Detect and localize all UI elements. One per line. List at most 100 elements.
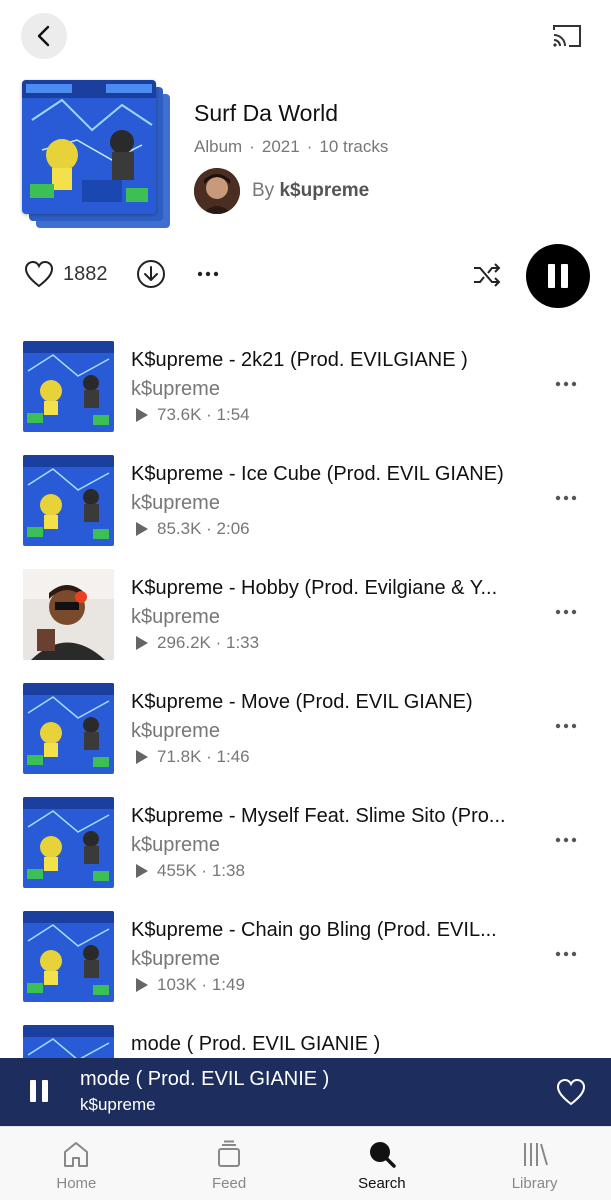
track-stats: 73.6K · 1:54	[131, 405, 250, 425]
play-icon	[136, 636, 148, 650]
more-horizontal-icon	[555, 381, 577, 387]
bottom-tab-bar: Home Feed Search Library	[0, 1126, 611, 1200]
tab-label: Library	[511, 1175, 558, 1192]
track-more-button[interactable]	[554, 946, 578, 962]
track-title: K$upreme - Ice Cube (Prod. EVIL GIANE)	[131, 463, 504, 485]
like-count: 1882	[63, 262, 108, 285]
more-horizontal-icon	[197, 271, 219, 277]
like-button[interactable]: 1882	[24, 260, 108, 288]
mini-player[interactable]: mode ( Prod. EVIL GIANIE ) k$upreme	[0, 1058, 611, 1126]
track-title: K$upreme - Hobby (Prod. Evilgiane & Y...	[131, 577, 498, 599]
now-playing-artist: k$upreme	[80, 1095, 156, 1114]
by-label: By	[252, 180, 275, 201]
now-playing-title: mode ( Prod. EVIL GIANIE )	[80, 1068, 330, 1090]
track-stats: 71.8K · 1:46	[131, 747, 250, 767]
pause-button[interactable]	[526, 244, 590, 308]
table-row[interactable]: K$upreme - Myself Feat. Slime Sito (Pro.…	[0, 796, 611, 910]
track-duration: 1:49	[211, 975, 245, 994]
track-artist: k$upreme	[131, 720, 220, 742]
artist-link[interactable]: By k$upreme	[194, 168, 369, 214]
track-stats: 103K · 1:49	[131, 975, 245, 995]
tab-label: Feed	[212, 1175, 247, 1192]
play-icon	[136, 522, 148, 536]
tab-library[interactable]: Library	[458, 1127, 611, 1200]
track-artist: k$upreme	[131, 948, 220, 970]
more-horizontal-icon	[555, 609, 577, 615]
album-cover[interactable]	[22, 80, 172, 230]
table-row[interactable]: K$upreme - Hobby (Prod. Evilgiane & Y...…	[0, 568, 611, 682]
play-count: 103K	[157, 975, 197, 994]
play-icon	[136, 750, 148, 764]
back-button[interactable]	[21, 13, 67, 59]
track-duration: 1:38	[211, 861, 245, 880]
tab-label: Home	[56, 1175, 97, 1192]
table-row[interactable]: K$upreme - Ice Cube (Prod. EVIL GIANE) k…	[0, 454, 611, 568]
tab-home[interactable]: Home	[0, 1127, 153, 1200]
album-year: 2021	[261, 137, 300, 156]
avatar[interactable]	[194, 168, 240, 214]
tab-feed[interactable]: Feed	[153, 1127, 306, 1200]
album-cover-art	[22, 80, 156, 214]
track-artwork	[23, 341, 114, 432]
cast-icon	[553, 25, 581, 47]
track-artist: k$upreme	[131, 606, 220, 628]
track-list: K$upreme - 2k21 (Prod. EVILGIANE ) k$upr…	[0, 340, 611, 1058]
cast-button[interactable]	[551, 22, 583, 50]
download-icon	[137, 260, 165, 288]
heart-icon	[24, 260, 54, 288]
track-artwork	[23, 1025, 114, 1058]
album-meta: Album · 2021 · 10 tracks	[194, 137, 389, 156]
tab-search[interactable]: Search	[306, 1127, 459, 1200]
track-more-button[interactable]	[554, 832, 578, 848]
track-more-button[interactable]	[554, 718, 578, 734]
play-icon	[136, 864, 148, 878]
shuffle-button[interactable]	[472, 261, 502, 294]
top-bar	[0, 0, 611, 72]
track-artwork	[23, 683, 114, 774]
track-artwork	[23, 455, 114, 546]
table-row[interactable]: K$upreme - 2k21 (Prod. EVILGIANE ) k$upr…	[0, 340, 611, 454]
track-title: mode ( Prod. EVIL GIANIE )	[131, 1033, 381, 1055]
download-button[interactable]	[136, 259, 166, 294]
track-duration: 1:33	[226, 633, 260, 652]
mini-like-button[interactable]	[556, 1078, 586, 1111]
track-more-button[interactable]	[554, 490, 578, 506]
track-title: K$upreme - Chain go Bling (Prod. EVIL...	[131, 919, 497, 941]
heart-icon	[556, 1078, 586, 1106]
album-type: Album	[194, 137, 243, 156]
track-title: K$upreme - Move (Prod. EVIL GIANE)	[131, 691, 473, 713]
table-row[interactable]: K$upreme - Move (Prod. EVIL GIANE) k$upr…	[0, 682, 611, 796]
artist-byline: By k$upreme	[252, 180, 369, 202]
track-duration: 2:06	[216, 519, 250, 538]
track-title: K$upreme - Myself Feat. Slime Sito (Pro.…	[131, 805, 506, 827]
album-header: Surf Da World Album · 2021 · 10 tracks By k$…	[22, 80, 592, 230]
track-more-button[interactable]	[554, 604, 578, 620]
track-artwork	[23, 569, 114, 660]
play-count: 296.2K	[157, 633, 211, 652]
album-more-button[interactable]	[196, 262, 220, 286]
play-count: 455K	[157, 861, 197, 880]
track-artist: k$upreme	[131, 378, 220, 400]
track-artwork	[23, 911, 114, 1002]
pause-icon	[30, 1080, 36, 1102]
home-icon	[64, 1142, 89, 1167]
table-row[interactable]: K$upreme - Chain go Bling (Prod. EVIL...…	[0, 910, 611, 1024]
tab-label: Search	[358, 1175, 406, 1192]
play-icon	[136, 978, 148, 992]
more-horizontal-icon	[555, 723, 577, 729]
artist-name[interactable]: k$upreme	[279, 180, 369, 201]
track-duration: 1:54	[216, 405, 250, 424]
pause-icon	[561, 264, 568, 288]
track-artist: k$upreme	[131, 834, 220, 856]
album-title: Surf Da World	[194, 100, 339, 126]
chevron-left-icon	[37, 25, 50, 47]
play-count: 71.8K	[157, 747, 202, 766]
album-actions: 1882	[0, 240, 611, 310]
table-row[interactable]: mode ( Prod. EVIL GIANIE )	[0, 1024, 611, 1058]
mini-pause-button[interactable]	[30, 1080, 54, 1102]
track-stats: 85.3K · 2:06	[131, 519, 250, 539]
track-more-button[interactable]	[554, 376, 578, 392]
play-count: 85.3K	[157, 519, 202, 538]
more-horizontal-icon	[555, 837, 577, 843]
pause-icon	[42, 1080, 48, 1102]
